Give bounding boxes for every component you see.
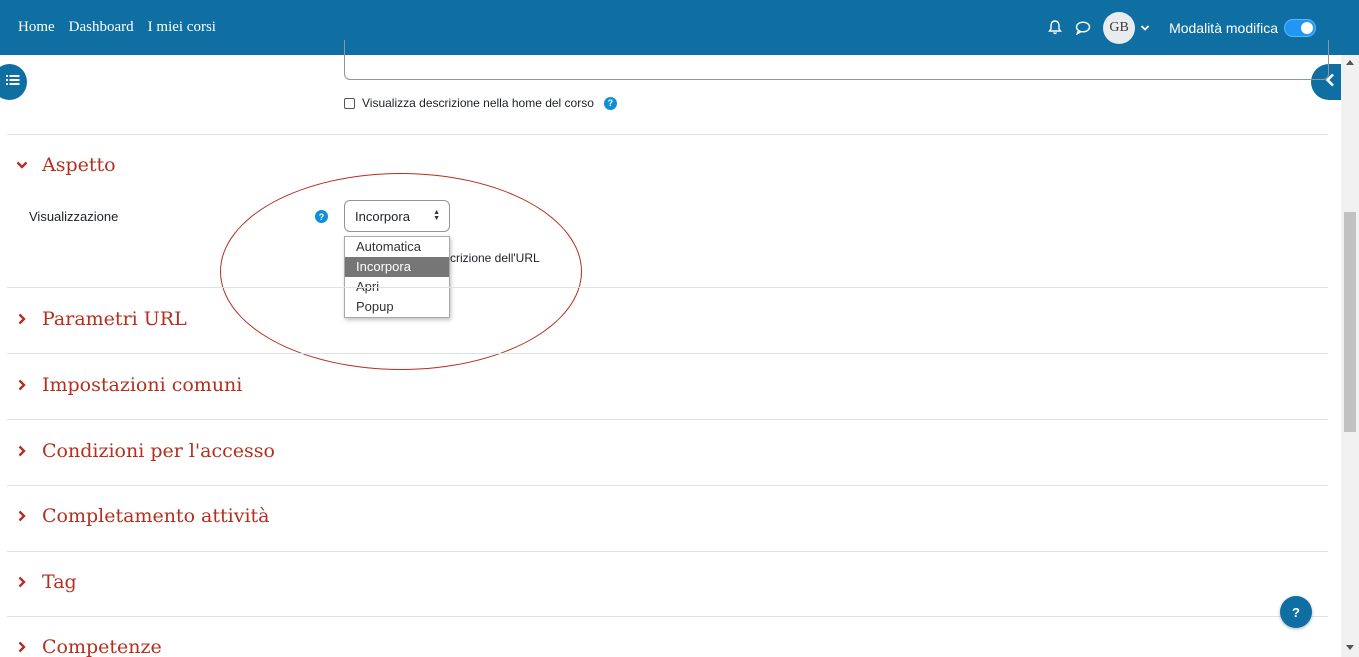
display-field-label: Visualizzazione: [29, 209, 119, 224]
chevron-right-icon: [14, 313, 30, 325]
scroll-thumb[interactable]: [1344, 212, 1356, 432]
divider: [7, 134, 1328, 135]
section-title: Parametri URL: [42, 308, 187, 330]
divider: [7, 287, 1328, 288]
message-icon[interactable]: [1069, 20, 1097, 35]
chevron-right-icon: [14, 445, 30, 457]
section-aspetto[interactable]: Aspetto: [14, 154, 116, 176]
section-title: Condizioni per l'accesso: [42, 440, 275, 462]
divider: [7, 616, 1328, 617]
user-avatar[interactable]: GB: [1103, 11, 1136, 44]
show-description-label: Visualizza descrizione nella home del co…: [362, 96, 594, 110]
section-condizioni-accesso[interactable]: Condizioni per l'accesso: [14, 440, 275, 462]
highlight-ellipse: [220, 173, 582, 370]
section-title: Competenze: [42, 636, 162, 657]
divider: [7, 485, 1328, 486]
bell-icon[interactable]: [1041, 20, 1069, 35]
section-title: Tag: [42, 571, 77, 593]
section-impostazioni-comuni[interactable]: Impostazioni comuni: [14, 374, 242, 396]
nav-link-my-courses[interactable]: I miei corsi: [148, 19, 216, 36]
help-floating-button[interactable]: ?: [1280, 596, 1312, 628]
divider: [7, 353, 1328, 354]
chevron-right-icon: [14, 641, 30, 653]
nav-link-home[interactable]: Home: [18, 19, 55, 36]
edit-mode-toggle[interactable]: [1284, 18, 1316, 37]
course-index-toggle[interactable]: [0, 64, 27, 100]
nav-links: Home Dashboard I miei corsi: [18, 0, 216, 55]
scroll-up-icon[interactable]: [1346, 60, 1354, 65]
show-description-row: Visualizza descrizione nella home del co…: [344, 96, 617, 110]
section-parametri-url[interactable]: Parametri URL: [14, 308, 187, 330]
page-scrollbar[interactable]: [1341, 55, 1359, 657]
chevron-right-icon: [14, 379, 30, 391]
scroll-down-icon[interactable]: [1346, 645, 1354, 650]
section-title: Impostazioni comuni: [42, 374, 243, 396]
divider: [7, 419, 1328, 420]
chevron-down-icon: [14, 160, 30, 170]
description-editor[interactable]: [344, 40, 1329, 80]
chevron-right-icon: [14, 576, 30, 588]
chevron-right-icon: [14, 510, 30, 522]
section-title: Completamento attività: [42, 505, 270, 527]
list-icon: [5, 73, 20, 91]
toggle-knob: [1301, 21, 1313, 34]
edit-mode-label: Modalità modifica: [1169, 19, 1278, 36]
divider: [7, 551, 1328, 552]
section-title: Aspetto: [42, 154, 116, 176]
help-icon[interactable]: ?: [603, 96, 617, 110]
chevron-down-icon[interactable]: [1135, 24, 1155, 32]
section-tag[interactable]: Tag: [14, 571, 77, 593]
section-competenze[interactable]: Competenze: [14, 636, 162, 657]
nav-link-dashboard[interactable]: Dashboard: [69, 19, 134, 36]
show-description-checkbox[interactable]: [344, 97, 355, 109]
section-completamento[interactable]: Completamento attività: [14, 505, 270, 527]
